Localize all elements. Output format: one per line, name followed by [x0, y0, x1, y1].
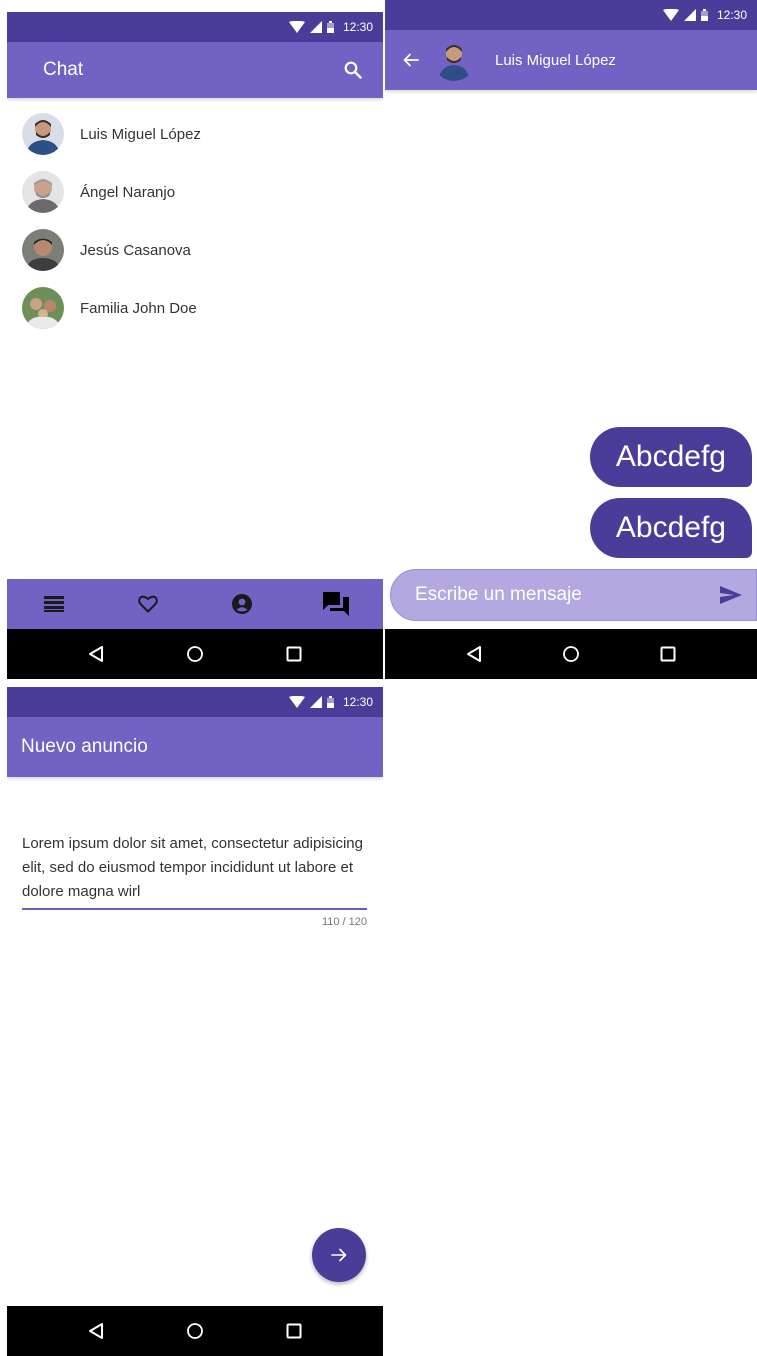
app-bar: Chat: [7, 42, 383, 98]
status-bar: 12:30: [7, 12, 383, 42]
battery-icon: [326, 21, 334, 33]
wifi-icon: [288, 21, 305, 33]
message-input[interactable]: [415, 584, 706, 606]
message-bubble: Abcdefg: [589, 427, 752, 487]
circle-home-icon: [187, 1323, 203, 1339]
app-bar: Luis Miguel López: [385, 30, 757, 90]
arrow-forward-icon: [331, 1248, 347, 1262]
send-button[interactable]: [706, 570, 756, 620]
message-composer: [390, 569, 757, 621]
status-time: 12:30: [342, 20, 373, 34]
system-home-button[interactable]: [175, 634, 215, 674]
circle-home-icon: [563, 646, 579, 662]
app-bar: Nuevo anuncio: [7, 717, 383, 777]
chat-item-angel-naranjo[interactable]: Ángel Naranjo: [7, 163, 383, 221]
status-bar: 12:30: [7, 687, 383, 717]
square-recents-icon: [660, 646, 676, 662]
chat-list: Luis Miguel López Ángel Naranjo Jesús Ca…: [7, 105, 383, 337]
battery-icon: [326, 696, 334, 708]
chat-name: Jesús Casanova: [80, 241, 191, 259]
triangle-back-icon: [89, 646, 104, 662]
system-recents-button[interactable]: [648, 634, 688, 674]
back-button[interactable]: [397, 46, 425, 74]
signal-icon: [309, 21, 322, 33]
nav-profile-button[interactable]: [212, 579, 272, 629]
system-back-button[interactable]: [76, 1311, 116, 1351]
chat-name: Familia John Doe: [80, 299, 197, 317]
heart-icon: [138, 595, 158, 613]
status-time: 12:30: [342, 695, 373, 709]
nav-chat-button[interactable]: [306, 579, 366, 629]
wifi-icon: [662, 9, 679, 21]
signal-icon: [309, 696, 322, 708]
chat-name: Ángel Naranjo: [80, 183, 176, 201]
chat-item-luis-miguel-lopez[interactable]: Luis Miguel López: [7, 105, 383, 163]
avatar: [22, 113, 64, 155]
page-title: Nuevo anuncio: [21, 736, 148, 757]
system-navigation-bar: [7, 629, 383, 679]
square-recents-icon: [286, 646, 302, 662]
avatar: [22, 171, 64, 213]
send-icon: [720, 586, 742, 604]
conversation-screen: 12:30 Luis Miguel López Abcdefg Abcdefg: [385, 0, 757, 679]
ad-text-field[interactable]: Lorem ipsum dolor sit amet, consectetur …: [22, 832, 367, 928]
forum-icon: [323, 592, 349, 616]
bottom-navigation: [7, 579, 383, 629]
nav-list-button[interactable]: [24, 579, 84, 629]
system-recents-button[interactable]: [274, 1311, 314, 1351]
battery-icon: [700, 9, 708, 21]
system-navigation-bar: [385, 629, 757, 679]
list-icon: [44, 596, 64, 612]
chat-item-jesus-casanova[interactable]: Jesús Casanova: [7, 221, 383, 279]
chat-list-screen: 12:30 Chat Luis Miguel López Ángel Naran…: [7, 12, 383, 679]
wifi-icon: [288, 696, 305, 708]
next-button[interactable]: [312, 1228, 366, 1282]
arrow-back-icon: [403, 53, 419, 67]
contact-name: Luis Miguel López: [495, 51, 616, 69]
nav-favorites-button[interactable]: [118, 579, 178, 629]
status-bar: 12:30: [385, 0, 757, 30]
square-recents-icon: [286, 1323, 302, 1339]
search-icon: [344, 61, 362, 79]
search-button[interactable]: [329, 46, 377, 94]
ad-text-input[interactable]: Lorem ipsum dolor sit amet, consectetur …: [22, 832, 367, 910]
avatar: [22, 229, 64, 271]
account-circle-icon: [232, 594, 252, 614]
contact-avatar: [433, 39, 475, 81]
chat-item-familia-john-doe[interactable]: Familia John Doe: [7, 279, 383, 337]
new-ad-screen: 12:30 Nuevo anuncio Lorem ipsum dolor si…: [7, 687, 383, 1356]
system-back-button[interactable]: [454, 634, 494, 674]
system-back-button[interactable]: [76, 634, 116, 674]
system-home-button[interactable]: [175, 1311, 215, 1351]
message-bubble: Abcdefg: [589, 498, 752, 558]
triangle-back-icon: [89, 1323, 104, 1339]
system-navigation-bar: [7, 1306, 383, 1356]
page-title: Chat: [43, 59, 84, 80]
status-time: 12:30: [716, 8, 747, 22]
avatar: [22, 287, 64, 329]
triangle-back-icon: [466, 646, 481, 662]
signal-icon: [683, 9, 696, 21]
character-counter: 110 / 120: [321, 916, 367, 928]
chat-name: Luis Miguel López: [80, 125, 201, 143]
system-home-button[interactable]: [551, 634, 591, 674]
circle-home-icon: [187, 646, 203, 662]
system-recents-button[interactable]: [274, 634, 314, 674]
